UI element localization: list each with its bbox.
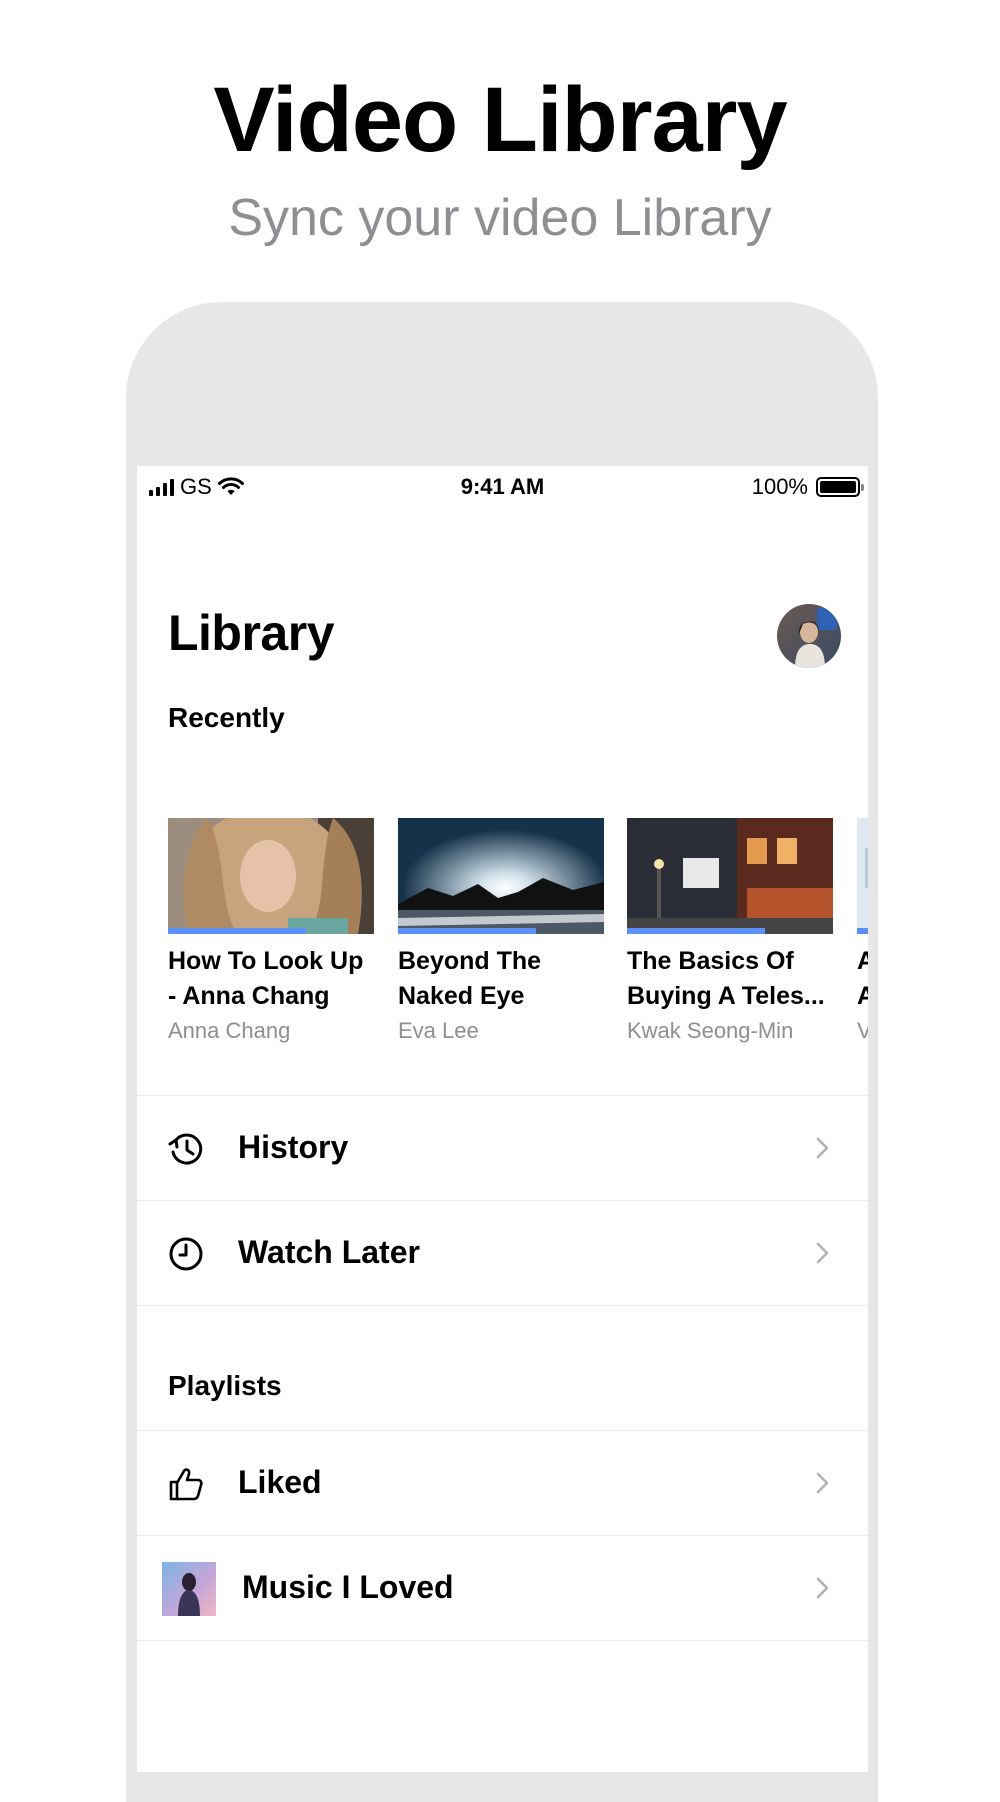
chevron-right-icon xyxy=(816,1577,829,1599)
video-channel: V xyxy=(857,1018,868,1043)
chevron-right-icon xyxy=(816,1137,829,1159)
page-title: Library xyxy=(168,605,335,661)
video-title: A A xyxy=(857,944,868,1014)
liked-row[interactable]: Liked xyxy=(137,1431,868,1535)
watch-progress-bar xyxy=(857,928,868,934)
history-label: History xyxy=(238,1129,349,1165)
video-card[interactable]: How To Look Up - Anna Chang Anna Chang xyxy=(168,818,374,1044)
watch-progress-bar xyxy=(398,928,537,934)
history-row[interactable]: History xyxy=(137,1096,868,1200)
video-thumbnail[interactable] xyxy=(857,818,868,934)
video-channel: Eva Lee xyxy=(398,1018,479,1043)
avatar-icon xyxy=(777,604,841,668)
video-title: The Basics Of Buying A Teles... xyxy=(627,947,825,1010)
video-card[interactable]: The Basics Of Buying A Teles... Kwak Seo… xyxy=(627,818,833,1044)
promo-title: Video Library xyxy=(213,69,787,171)
video-thumbnail[interactable] xyxy=(168,818,374,934)
video-title: How To Look Up - Anna Chang xyxy=(168,947,364,1010)
video-title: Beyond The Naked Eye xyxy=(398,947,542,1010)
watch-later-label: Watch Later xyxy=(238,1234,420,1270)
watch-progress-bar xyxy=(168,928,307,934)
liked-label: Liked xyxy=(238,1464,322,1500)
playlist-thumbnail xyxy=(162,1562,216,1616)
video-channel: Kwak Seong-Min xyxy=(627,1018,794,1043)
clock-icon xyxy=(169,1237,203,1271)
profile-avatar[interactable] xyxy=(777,604,841,668)
video-thumbnail[interactable] xyxy=(627,818,833,934)
divider xyxy=(137,1305,868,1306)
thumbs-up-icon xyxy=(169,1468,203,1501)
divider xyxy=(137,1640,868,1641)
status-bar: GS 9:41 AM 100% xyxy=(137,466,868,508)
video-card[interactable]: A A V xyxy=(857,818,868,1044)
playlists-label: Playlists xyxy=(168,1370,282,1401)
recently-label: Recently xyxy=(168,702,285,733)
watch-progress-bar xyxy=(627,928,766,934)
video-card[interactable]: Beyond The Naked Eye Eva Lee xyxy=(398,818,604,1044)
watch-later-row[interactable]: Watch Later xyxy=(137,1201,868,1305)
promo-subtitle: Sync your video Library xyxy=(228,189,772,247)
music-i-loved-label: Music I Loved xyxy=(242,1569,454,1605)
battery-percent: 100% xyxy=(751,474,808,499)
chevron-right-icon xyxy=(816,1242,829,1264)
chevron-right-icon xyxy=(816,1472,829,1494)
phone-screen: GS 9:41 AM 100% Library Recently How To … xyxy=(137,466,868,1772)
recent-videos-row: How To Look Up - Anna Chang Anna Chang B… xyxy=(168,818,868,1058)
history-icon xyxy=(168,1133,203,1165)
battery-icon xyxy=(816,477,864,497)
status-right: 100% xyxy=(751,474,864,500)
video-thumbnail[interactable] xyxy=(398,818,604,934)
video-channel: Anna Chang xyxy=(168,1018,291,1043)
music-i-loved-row[interactable]: Music I Loved xyxy=(137,1536,868,1640)
